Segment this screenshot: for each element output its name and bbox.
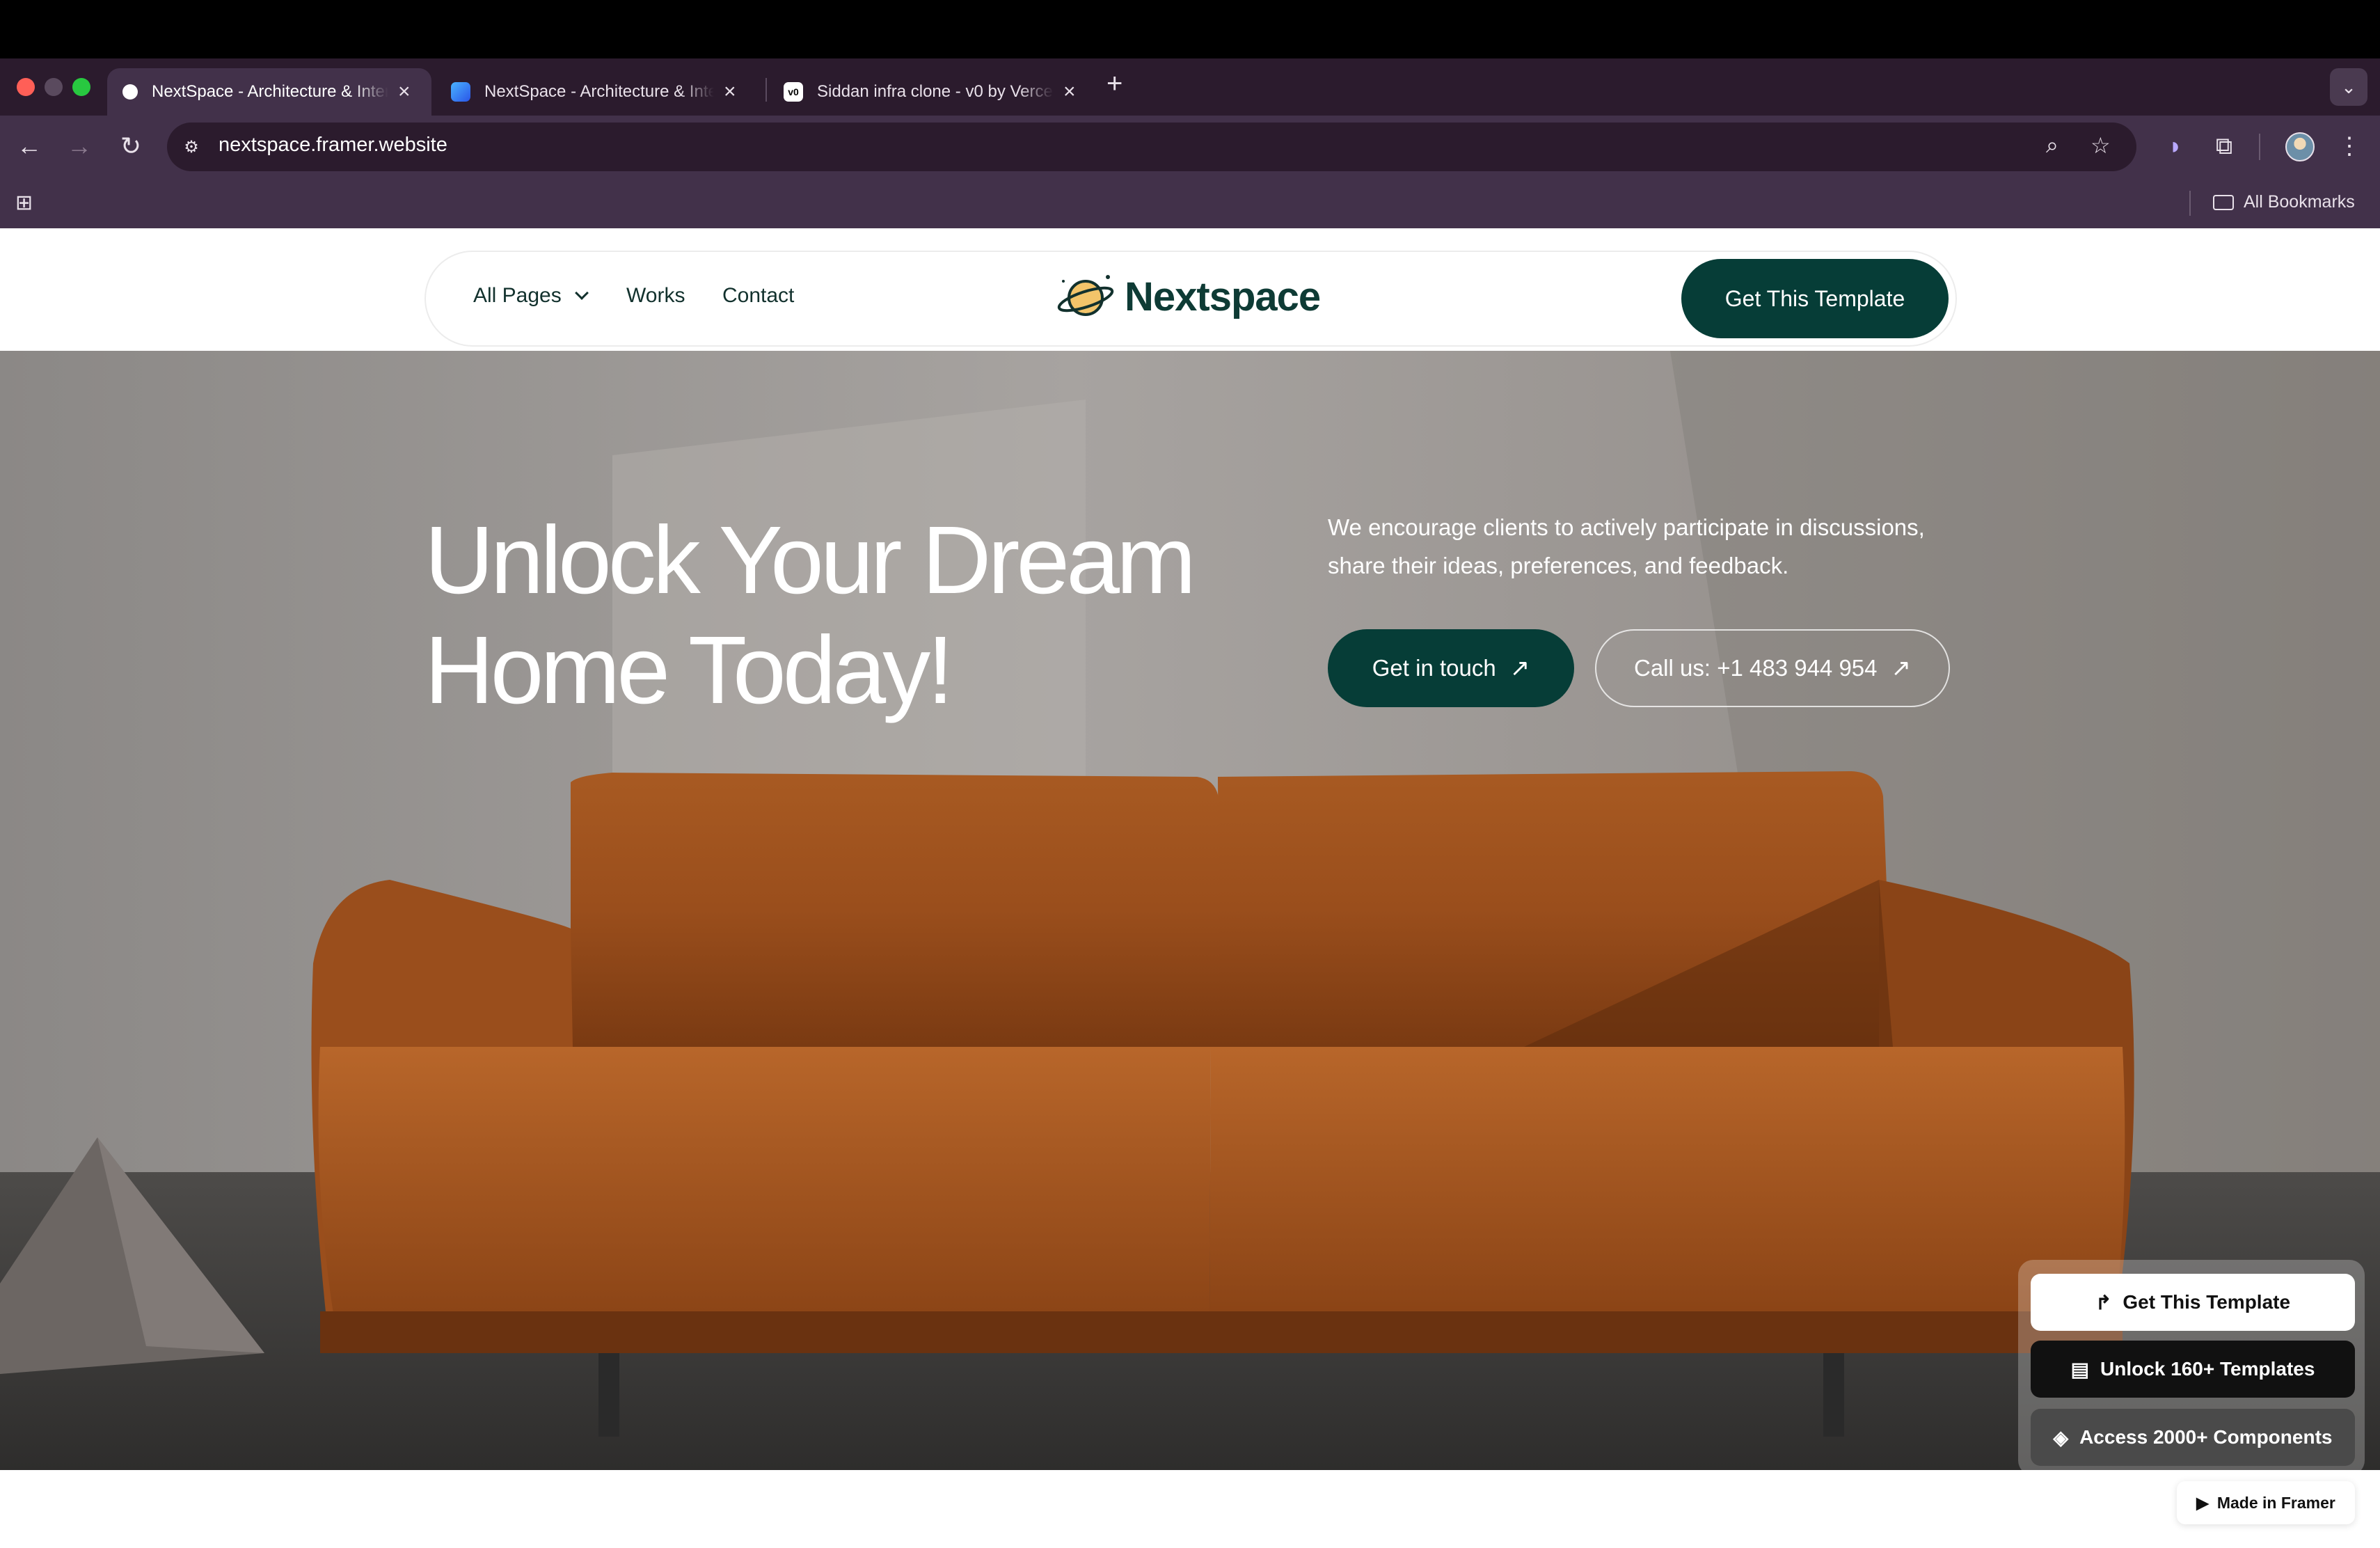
close-tab-icon[interactable]: × [1063, 81, 1076, 102]
logo-text: Nextspace [1125, 274, 1321, 319]
more-options-icon[interactable]: ⋮ [2334, 131, 2365, 161]
get-in-touch-button[interactable]: Get in touch ↗ [1328, 629, 1574, 707]
url-text[interactable]: nextspace.framer.website [219, 134, 447, 157]
hero-description: We encourage clients to actively partici… [1328, 514, 1925, 578]
browser-tab[interactable]: NextSpace - Architecture & Interior × [436, 68, 760, 116]
tab-search-chevron-icon[interactable]: ⌄ [2330, 68, 2367, 106]
close-tab-icon[interactable]: × [724, 81, 736, 102]
hero-headline-line-2: Home Today! [425, 617, 954, 724]
nextspace-favicon-icon [122, 84, 138, 100]
new-tab-button[interactable]: + [1106, 70, 1122, 97]
framer-access-components-label: Access 2000+ Components [2079, 1426, 2333, 1448]
os-menu-strip [0, 0, 2380, 58]
site-settings-icon[interactable]: ⚙ [178, 134, 205, 160]
planet-logo-icon [1057, 275, 1114, 316]
folder-icon [2213, 194, 2234, 210]
window-maximize-button[interactable] [72, 78, 90, 96]
browser-tab-active[interactable]: NextSpace - Architecture & Interior × [107, 68, 431, 116]
layout-icon: ▤ [2070, 1358, 2090, 1380]
share-arrow-icon: ↱ [2095, 1291, 2112, 1313]
made-in-framer-label: Made in Framer [2216, 1493, 2335, 1512]
bookmark-star-icon[interactable]: ☆ [2091, 132, 2111, 159]
layers-icon: ◈ [2053, 1426, 2069, 1448]
window-minimize-button[interactable] [45, 78, 63, 96]
tab-title: NextSpace - Architecture & Interior [484, 82, 714, 101]
framer-get-template-label: Get This Template [2123, 1291, 2291, 1313]
apps-grid-icon[interactable]: ⊞ [15, 191, 33, 215]
nav-contact[interactable]: Contact [722, 284, 794, 308]
arrow-up-right-icon: ↗ [1509, 655, 1530, 681]
get-this-template-button[interactable]: Get This Template [1681, 259, 1949, 338]
framer-favicon-icon [451, 82, 470, 102]
call-us-label: Call us: +1 483 944 954 [1633, 655, 1878, 681]
reload-icon[interactable]: ↻ [116, 131, 146, 161]
toolbar-separator [2259, 134, 2260, 160]
forward-arrow-icon[interactable]: → [64, 131, 95, 161]
arrow-up-right-icon: ↗ [1891, 655, 1912, 681]
framer-unlock-templates-label: Unlock 160+ Templates [2100, 1358, 2315, 1380]
call-us-button[interactable]: Call us: +1 483 944 954 ↗ [1595, 629, 1950, 707]
profile-avatar[interactable] [2285, 132, 2315, 161]
nav-works[interactable]: Works [626, 284, 685, 308]
made-in-framer-badge[interactable]: ▶ Made in Framer [2177, 1481, 2355, 1524]
address-bar[interactable] [167, 123, 2136, 171]
browser-tab[interactable]: v0 Siddan infra clone - v0 by Vercel × [768, 68, 1093, 116]
framer-get-template-button[interactable]: ↱ Get This Template [2031, 1274, 2355, 1331]
get-in-touch-label: Get in touch [1372, 655, 1496, 681]
site-logo[interactable]: Nextspace [1056, 271, 1321, 322]
extension-game-icon[interactable]: ◗ [2160, 131, 2191, 161]
tab-title: NextSpace - Architecture & Interior [152, 82, 388, 101]
hero-headline: Unlock Your Dream Home Today! [425, 505, 1196, 725]
window-close-button[interactable] [17, 78, 35, 96]
all-bookmarks-button[interactable]: All Bookmarks [2213, 192, 2355, 212]
back-arrow-icon[interactable]: ← [14, 131, 45, 161]
hero-headline-line-1: Unlock Your Dream [425, 507, 1196, 614]
all-bookmarks-label: All Bookmarks [2244, 192, 2355, 212]
v0-favicon-icon: v0 [784, 82, 803, 102]
zoom-icon[interactable]: ⌕ [2046, 132, 2058, 159]
close-tab-icon[interactable]: × [398, 81, 411, 102]
framer-access-components-button[interactable]: ◈ Access 2000+ Components [2031, 1409, 2355, 1466]
tab-separator [765, 78, 767, 102]
tab-title: Siddan infra clone - v0 by Vercel [817, 82, 1054, 101]
framer-logo-icon: ▶ [2196, 1493, 2209, 1512]
extensions-puzzle-icon[interactable]: ⧉ [2209, 131, 2239, 161]
framer-unlock-templates-button[interactable]: ▤ Unlock 160+ Templates [2031, 1341, 2355, 1398]
bookmarks-separator [2189, 191, 2191, 216]
nav-all-pages-label: All Pages [473, 284, 562, 307]
chevron-down-icon [574, 286, 589, 300]
nav-all-pages[interactable]: All Pages [473, 284, 589, 308]
